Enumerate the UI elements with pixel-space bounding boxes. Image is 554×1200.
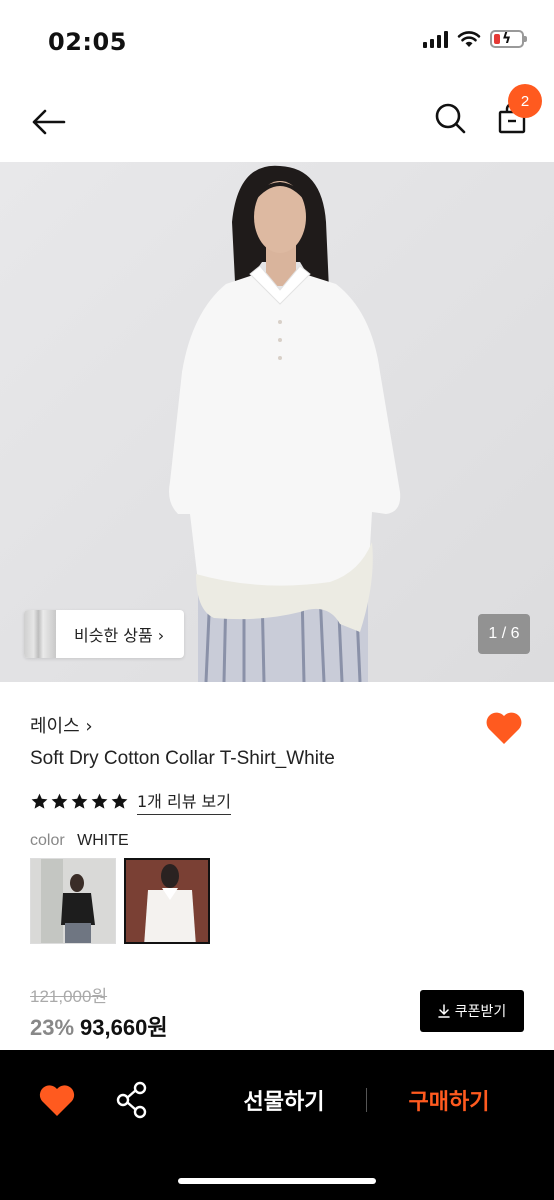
product-photo — [0, 162, 554, 682]
rating-stars — [30, 792, 129, 811]
heart-icon — [39, 1085, 75, 1116]
status-time: 02:05 — [48, 28, 127, 56]
product-name: Soft Dry Cotton Collar T-Shirt_White — [30, 748, 335, 769]
battery-icon: ϟ — [490, 30, 527, 48]
color-swatch-white[interactable] — [124, 858, 210, 944]
search-icon — [435, 103, 466, 134]
coupon-label: 쿠폰받기 — [454, 1004, 507, 1020]
discount-rate: 23% — [30, 1015, 75, 1040]
brand-link[interactable]: 레이스 › — [30, 712, 93, 738]
review-link[interactable]: 1개 리뷰 보기 — [137, 788, 231, 815]
nav-bar: 2 — [0, 84, 554, 162]
search-button[interactable] — [428, 96, 472, 140]
buy-button[interactable]: 구매하기 — [388, 1080, 510, 1120]
gift-button[interactable]: 선물하기 — [218, 1080, 350, 1120]
similar-products-label: 비슷한 상품 › — [74, 626, 165, 645]
color-value: WHITE — [77, 832, 129, 849]
star-icon — [51, 793, 68, 809]
divider — [366, 1088, 367, 1112]
bottom-action-bar: 선물하기 구매하기 — [0, 1050, 554, 1200]
swatch-black-photo — [31, 859, 115, 943]
share-icon — [116, 1081, 147, 1119]
price-row: 23% 93,660원 — [30, 1010, 168, 1042]
star-icon — [71, 793, 88, 809]
color-label: color — [30, 832, 65, 849]
similar-products-thumbnail — [24, 610, 56, 658]
similar-products-button[interactable]: 비슷한 상품 › — [24, 610, 185, 658]
status-bar: 02:05 ϟ — [0, 0, 554, 88]
share-button[interactable] — [114, 1080, 150, 1120]
color-swatch-black[interactable] — [30, 858, 116, 944]
product-image[interactable]: 비슷한 상품 › 1 / 6 — [0, 162, 554, 682]
heart-icon — [486, 712, 522, 744]
cart-count-badge: 2 — [508, 84, 542, 118]
home-indicator — [178, 1178, 376, 1184]
rating-row: 1개 리뷰 보기 — [30, 788, 231, 815]
back-button[interactable] — [26, 100, 70, 144]
bottom-wishlist-button[interactable] — [38, 1084, 76, 1118]
star-icon — [111, 793, 128, 809]
star-icon — [31, 793, 48, 809]
original-price: 121,000원 — [30, 987, 108, 1006]
color-row: color WHITE — [30, 832, 129, 850]
swatch-white-photo — [126, 860, 208, 942]
color-swatches — [30, 858, 210, 944]
sale-price: 93,660원 — [80, 1015, 168, 1040]
coupon-button[interactable]: 쿠폰받기 — [420, 990, 524, 1032]
status-icons: ϟ — [423, 30, 527, 48]
download-icon — [437, 1004, 450, 1018]
arrow-left-icon — [32, 109, 66, 135]
signal-icon — [423, 30, 448, 48]
wifi-icon — [457, 31, 481, 47]
star-icon — [91, 793, 108, 809]
wishlist-button[interactable] — [484, 708, 524, 748]
image-page-indicator: 1 / 6 — [478, 614, 530, 654]
